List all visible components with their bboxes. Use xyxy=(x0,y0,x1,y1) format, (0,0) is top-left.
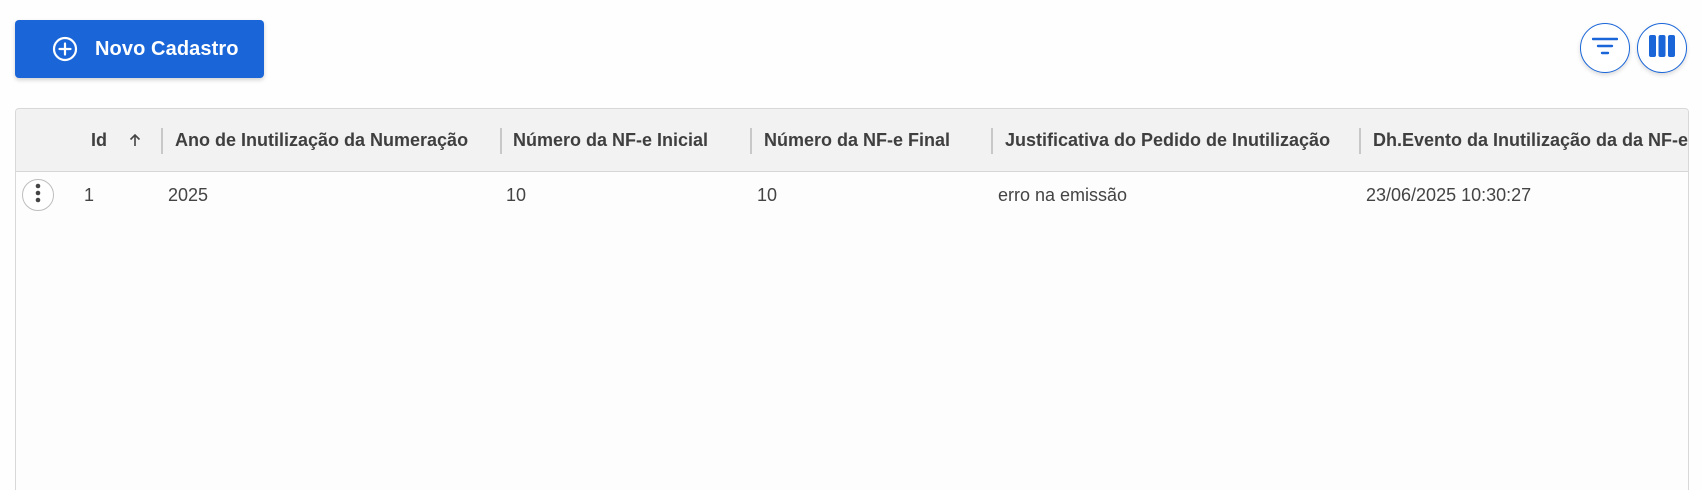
cell-ano: 2025 xyxy=(168,184,209,205)
add-circle-icon xyxy=(51,35,79,63)
table-row[interactable]: 1 2025 10 10 erro na emissão 23/06/2025 … xyxy=(16,172,1688,218)
column-header-justificativa-label: Justificativa do Pedido de Inutilização xyxy=(1005,129,1331,150)
cell-nf-final: 10 xyxy=(757,184,778,205)
column-header-nf-inicial-label: Número da NF-e Inicial xyxy=(513,129,709,150)
filter-icon xyxy=(1591,36,1619,61)
novo-cadastro-button[interactable]: Novo Cadastro xyxy=(15,20,264,78)
filter-button[interactable] xyxy=(1580,23,1630,73)
column-separator[interactable] xyxy=(500,128,502,154)
columns-icon xyxy=(1649,34,1675,62)
column-header-nf-inicial[interactable]: Número da NF-e Inicial xyxy=(513,109,708,171)
novo-cadastro-label: Novo Cadastro xyxy=(95,37,239,60)
data-grid: Id Ano de Inutilização da Numeração Núme… xyxy=(15,108,1689,490)
sort-ascending-icon[interactable] xyxy=(129,133,141,147)
column-header-justificativa[interactable]: Justificativa do Pedido de Inutilização xyxy=(1005,109,1330,171)
column-header-ano[interactable]: Ano de Inutilização da Numeração xyxy=(175,109,468,171)
column-separator[interactable] xyxy=(991,128,993,154)
columns-button[interactable] xyxy=(1637,23,1687,73)
grid-header: Id Ano de Inutilização da Numeração Núme… xyxy=(16,109,1688,172)
column-header-dh-evento-label: Dh.Evento da Inutilização da da NF-e xyxy=(1373,129,1689,150)
column-header-nf-final-label: Número da NF-e Final xyxy=(764,129,951,150)
column-header-nf-final[interactable]: Número da NF-e Final xyxy=(764,109,950,171)
more-vertical-icon xyxy=(35,183,41,208)
column-separator[interactable] xyxy=(161,128,163,154)
column-header-id[interactable]: Id xyxy=(91,109,141,171)
column-header-ano-label: Ano de Inutilização da Numeração xyxy=(175,129,469,150)
column-header-dh-evento[interactable]: Dh.Evento da Inutilização da da NF-e xyxy=(1373,109,1688,171)
column-separator[interactable] xyxy=(1359,128,1361,154)
cell-nf-inicial: 10 xyxy=(506,184,527,205)
column-separator[interactable] xyxy=(750,128,752,154)
cell-justificativa: erro na emissão xyxy=(998,184,1128,205)
cell-id: 1 xyxy=(84,184,95,205)
column-header-id-label: Id xyxy=(91,129,107,150)
cell-dh-evento: 23/06/2025 10:30:27 xyxy=(1366,184,1532,205)
row-actions-button[interactable] xyxy=(22,179,54,211)
page: Novo Cadastro Id Ano de Inutilização da … xyxy=(0,0,1702,490)
